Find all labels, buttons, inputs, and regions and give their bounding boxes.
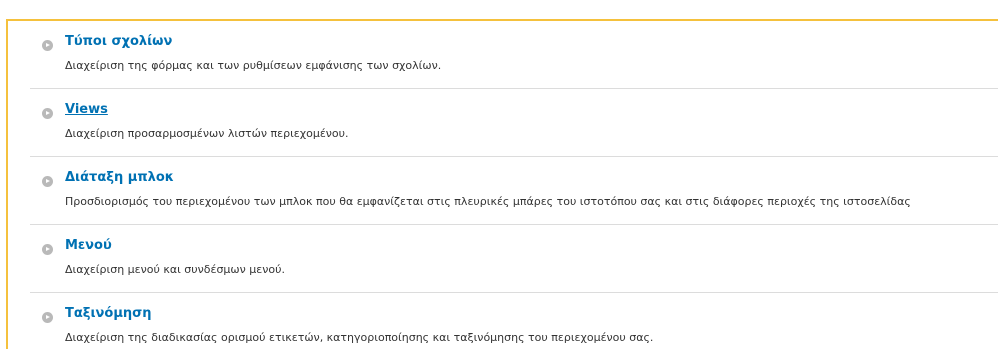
admin-list: Τύποι σχολίων Διαχείριση της φόρμας και …	[30, 21, 998, 349]
admin-item-link-comment-types[interactable]: Τύποι σχολίων	[65, 34, 172, 49]
admin-item-comment-types: Τύποι σχολίων Διαχείριση της φόρμας και …	[30, 21, 998, 89]
admin-item-description: Διαχείριση της φόρμας και των ρυθμίσεων …	[65, 59, 442, 72]
admin-item-description: Προσδιορισμός του περιεχομένου των μπλοκ…	[65, 195, 911, 208]
arrow-right-circle-icon	[42, 108, 53, 119]
arrow-right-circle-icon	[42, 312, 53, 323]
admin-item-description: Διαχείριση προσαρμοσμένων λιστών περιεχο…	[65, 127, 349, 140]
admin-item-link-views[interactable]: Views	[65, 102, 108, 117]
admin-item-views: Views Διαχείριση προσαρμοσμένων λιστών π…	[30, 89, 998, 157]
arrow-right-circle-icon	[42, 176, 53, 187]
admin-item-taxonomy: Ταξινόμηση Διαχείριση της διαδικασίας ορ…	[30, 293, 998, 349]
admin-item-link-taxonomy[interactable]: Ταξινόμηση	[65, 306, 152, 321]
admin-item-description: Διαχείριση μενού και συνδέσμων μενού.	[65, 263, 285, 276]
admin-item-block-layout: Διάταξη μπλοκ Προσδιορισμός του περιεχομ…	[30, 157, 998, 225]
arrow-right-circle-icon	[42, 40, 53, 51]
admin-item-link-menus[interactable]: Μενού	[65, 238, 112, 253]
admin-item-menus: Μενού Διαχείριση μενού και συνδέσμων μεν…	[30, 225, 998, 293]
admin-page: Τύποι σχολίων Διαχείριση της φόρμας και …	[0, 0, 998, 349]
content-region-left-border	[6, 19, 8, 349]
admin-item-description: Διαχείριση της διαδικασίας ορισμού ετικε…	[65, 331, 654, 344]
arrow-right-circle-icon	[42, 244, 53, 255]
admin-item-link-block-layout[interactable]: Διάταξη μπλοκ	[65, 170, 174, 185]
